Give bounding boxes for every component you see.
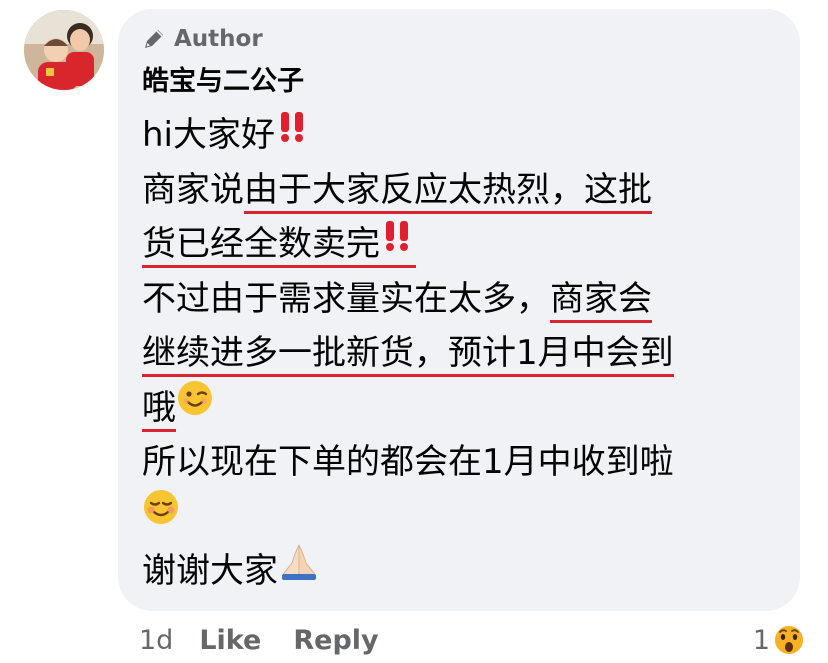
wow-reaction-icon <box>773 624 805 656</box>
pencil-icon <box>145 30 163 48</box>
avatar[interactable] <box>24 10 104 90</box>
folded-hands-icon <box>278 541 320 598</box>
winking-face-icon <box>176 379 214 434</box>
comment-line-text: 所以现在下单的都会在1月中收到啦 <box>142 442 674 482</box>
comment-text: hi大家好 商家说由于大家反应太热烈，这批 货已经全数卖完 不过由于需求量实在太… <box>142 108 792 599</box>
double-exclamation-icon <box>380 215 416 270</box>
reply-button[interactable]: Reply <box>293 625 378 656</box>
comment-line-text: hi大家好 <box>142 115 275 155</box>
underlined-text: 哦 <box>142 387 176 432</box>
like-button[interactable]: Like <box>199 625 261 656</box>
comment-line: 不过由于需求量实在太多，商家会 <box>142 272 792 327</box>
timestamp[interactable]: 1d <box>139 625 173 656</box>
underlined-text: 由于大家反应太热烈，这批 <box>244 169 652 214</box>
underlined-text: 商家会 <box>550 278 652 323</box>
comment-line-text: 谢谢大家 <box>142 551 278 591</box>
comment-thread: Author 皓宝与二公子 hi大家好 商家说由于大家反应太热烈，这批 货已经全… <box>0 0 828 663</box>
reaction-count: 1 <box>752 624 770 656</box>
comment-line: 商家说由于大家反应太热烈，这批 <box>142 163 792 218</box>
comment-author-name[interactable]: 皓宝与二公子 <box>142 62 304 102</box>
smiling-face-icon <box>142 488 180 543</box>
comment-line: 货已经全数卖完 <box>142 217 792 272</box>
author-badge: Author <box>142 24 263 54</box>
underlined-segment: 货已经全数卖完 <box>142 221 416 268</box>
double-exclamation-icon <box>275 106 311 161</box>
comment-line: hi大家好 <box>142 108 792 163</box>
comment-line-text: 不过由于需求量实在太多， <box>142 278 550 319</box>
comment-line: 哦 <box>142 379 792 436</box>
underlined-text: 继续进多一批新货，预计1月中会到 <box>142 333 674 377</box>
underlined-text: 货已经全数卖完 <box>142 224 380 264</box>
author-badge-label: Author <box>174 26 263 52</box>
comment-actions: 1d Like Reply <box>139 618 379 662</box>
comment-line: 继续进多一批新货，预计1月中会到 <box>142 326 792 381</box>
reaction-summary[interactable]: 1 <box>753 618 806 662</box>
comment-line-text: 商家说 <box>142 169 244 210</box>
comment-line: 谢谢大家 <box>142 544 792 599</box>
comment-line <box>142 488 792 545</box>
comment-line: 所以现在下单的都会在1月中收到啦 <box>142 435 792 490</box>
